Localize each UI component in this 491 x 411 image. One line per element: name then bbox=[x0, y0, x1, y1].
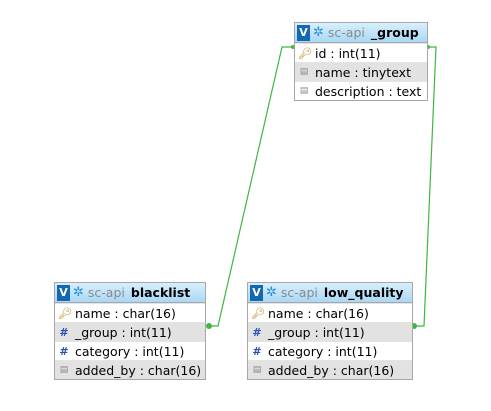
gear-icon[interactable]: ✲ bbox=[313, 26, 324, 39]
relation-endpoint-dot bbox=[206, 323, 212, 329]
column-label: id : int(11) bbox=[315, 45, 381, 61]
column-label: added_by : char(16) bbox=[268, 362, 395, 378]
hash-icon: # bbox=[59, 325, 69, 339]
column-row[interactable]: ▤ added_by : char(16) bbox=[55, 360, 205, 379]
table-low-quality[interactable]: V ✲ sc-api low_quality 🔑︎ name : char(16… bbox=[247, 282, 413, 380]
field-icon: ▤ bbox=[59, 364, 69, 375]
table-header[interactable]: V ✲ sc-api _group bbox=[295, 23, 427, 43]
table-blacklist[interactable]: V ✲ sc-api blacklist 🔑︎ name : char(16) … bbox=[54, 282, 206, 380]
field-icon: ▤ bbox=[299, 66, 309, 77]
table-name: _group bbox=[370, 25, 419, 40]
column-row[interactable]: ▤ name : tinytext bbox=[295, 62, 427, 81]
table-header[interactable]: V ✲ sc-api low_quality bbox=[248, 283, 412, 303]
column-label: category : int(11) bbox=[268, 343, 378, 359]
table-header[interactable]: V ✲ sc-api blacklist bbox=[55, 283, 205, 303]
column-label: _group : int(11) bbox=[75, 324, 172, 340]
gear-icon[interactable]: ✲ bbox=[266, 286, 277, 299]
column-label: category : int(11) bbox=[75, 343, 185, 359]
column-label: description : text bbox=[315, 83, 422, 99]
column-row[interactable]: 🔑︎ name : char(16) bbox=[248, 303, 412, 322]
key-icon: 🔑︎ bbox=[58, 306, 72, 320]
column-label: _group : int(11) bbox=[268, 324, 365, 340]
column-label: name : tinytext bbox=[315, 64, 411, 80]
table-name: blacklist bbox=[130, 285, 191, 300]
field-icon: ▤ bbox=[252, 364, 262, 375]
column-row[interactable]: ▤ description : text bbox=[295, 81, 427, 100]
gear-icon[interactable]: ✲ bbox=[73, 286, 84, 299]
column-row[interactable]: 🔑︎ id : int(11) bbox=[295, 43, 427, 62]
toggle-icon[interactable]: V bbox=[297, 24, 310, 41]
column-row[interactable]: # category : int(11) bbox=[55, 341, 205, 360]
column-row[interactable]: # _group : int(11) bbox=[55, 322, 205, 341]
column-row[interactable]: # category : int(11) bbox=[248, 341, 412, 360]
hash-icon: # bbox=[252, 325, 262, 339]
column-row[interactable]: 🔑︎ name : char(16) bbox=[55, 303, 205, 322]
table-group[interactable]: V ✲ sc-api _group 🔑︎ id : int(11) ▤ name… bbox=[294, 22, 428, 101]
toggle-icon[interactable]: V bbox=[57, 284, 70, 301]
database-name: sc-api bbox=[87, 285, 125, 300]
column-label: added_by : char(16) bbox=[75, 362, 202, 378]
hash-icon: # bbox=[59, 344, 69, 358]
column-label: name : char(16) bbox=[268, 305, 369, 321]
column-label: name : char(16) bbox=[75, 305, 176, 321]
field-icon: ▤ bbox=[299, 85, 309, 96]
toggle-icon[interactable]: V bbox=[250, 284, 263, 301]
database-name: sc-api bbox=[280, 285, 318, 300]
column-row[interactable]: ▤ added_by : char(16) bbox=[248, 360, 412, 379]
hash-icon: # bbox=[252, 344, 262, 358]
column-row[interactable]: # _group : int(11) bbox=[248, 322, 412, 341]
key-icon: 🔑︎ bbox=[298, 46, 312, 60]
database-name: sc-api bbox=[327, 25, 365, 40]
key-icon: 🔑︎ bbox=[251, 306, 265, 320]
table-name: low_quality bbox=[323, 285, 404, 300]
